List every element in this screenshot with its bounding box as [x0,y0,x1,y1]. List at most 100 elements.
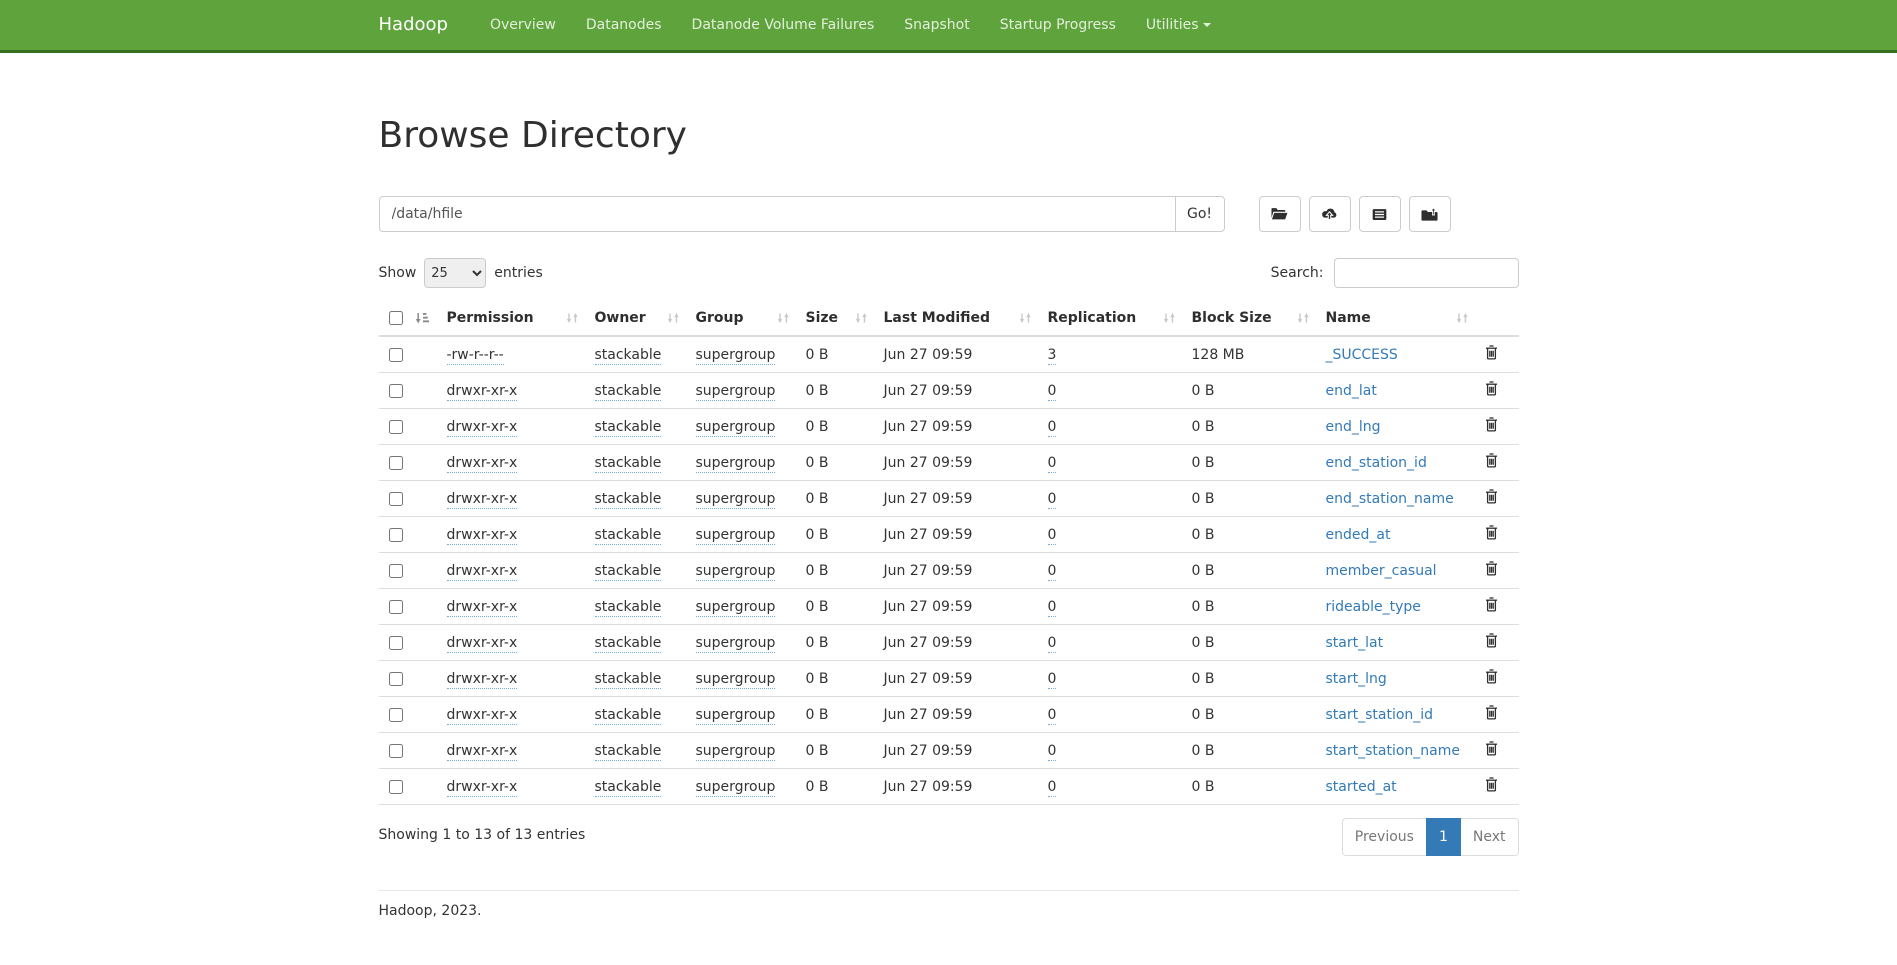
permission-value: drwxr-xr-x [447,383,518,401]
table-controls: Show 25 entries Search: [379,258,1519,288]
column-size[interactable]: Size [796,301,874,336]
row-checkbox[interactable] [389,780,403,794]
upload-file-button[interactable] [1309,196,1351,232]
block-size-value: 0 B [1192,527,1215,543]
file-name-link[interactable]: end_lat [1326,383,1377,399]
permission-value: drwxr-xr-x [447,563,518,581]
column-block-size[interactable]: Block Size [1182,301,1316,336]
row-checkbox[interactable] [389,636,403,650]
owner-value: stackable [595,563,662,581]
row-checkbox[interactable] [389,492,403,506]
delete-button[interactable] [1485,633,1498,652]
column-replication[interactable]: Replication [1038,301,1182,336]
nav-item-datanodes[interactable]: Datanodes [571,0,677,50]
size-value: 0 B [806,563,829,579]
file-name-link[interactable]: ended_at [1326,527,1391,543]
file-name-link[interactable]: start_station_id [1326,707,1434,723]
replication-value: 0 [1048,743,1057,761]
row-checkbox[interactable] [389,564,403,578]
delete-button[interactable] [1485,489,1498,508]
file-name-link[interactable]: _SUCCESS [1326,347,1398,363]
directory-action-buttons [1259,196,1451,232]
trash-icon [1485,453,1498,468]
folder-move-button[interactable] [1409,196,1451,232]
block-size-value: 0 B [1192,491,1215,507]
nav-item-datanode-volume-failures[interactable]: Datanode Volume Failures [677,0,890,50]
row-checkbox[interactable] [389,744,403,758]
nav-item-overview[interactable]: Overview [475,0,571,50]
column-group[interactable]: Group [686,301,796,336]
delete-button[interactable] [1485,525,1498,544]
file-name-link[interactable]: start_lng [1326,671,1387,687]
owner-value: stackable [595,671,662,689]
brand-hadoop[interactable]: Hadoop [379,0,463,50]
previous-page-button[interactable]: Previous [1342,818,1426,856]
column-owner[interactable]: Owner [585,301,686,336]
search-input[interactable] [1334,258,1519,288]
file-name-link[interactable]: start_lat [1326,635,1384,651]
list-alt-icon [1372,208,1387,221]
page-size-select[interactable]: 25 [424,258,486,288]
delete-button[interactable] [1485,777,1498,796]
row-checkbox[interactable] [389,456,403,470]
delete-button[interactable] [1485,417,1498,436]
trash-icon [1485,705,1498,720]
permission-value: drwxr-xr-x [447,743,518,761]
group-value: supergroup [696,527,776,545]
block-size-value: 0 B [1192,635,1215,651]
row-checkbox[interactable] [389,384,403,398]
delete-button[interactable] [1485,597,1498,616]
last-modified-value: Jun 27 09:59 [884,527,973,543]
sort-icon [566,313,579,324]
sort-icon [1297,313,1310,324]
page-1-button[interactable]: 1 [1426,818,1461,856]
list-alt-button[interactable] [1359,196,1401,232]
delete-button[interactable] [1485,561,1498,580]
delete-button[interactable] [1485,381,1498,400]
replication-value: 0 [1048,491,1057,509]
column-permission[interactable]: Permission [437,301,585,336]
delete-button[interactable] [1485,705,1498,724]
nav-dropdown-utilities[interactable]: Utilities [1131,0,1226,50]
go-button[interactable]: Go! [1175,196,1225,232]
delete-button[interactable] [1485,345,1498,364]
block-size-value: 0 B [1192,419,1215,435]
permission-value: drwxr-xr-x [447,455,518,473]
column-last-modified[interactable]: Last Modified [874,301,1038,336]
file-name-link[interactable]: end_station_id [1326,455,1427,471]
file-name-link[interactable]: end_station_name [1326,491,1454,507]
nav-item-startup-progress[interactable]: Startup Progress [985,0,1131,50]
nav-item-snapshot[interactable]: Snapshot [889,0,984,50]
group-value: supergroup [696,491,776,509]
delete-button[interactable] [1485,741,1498,760]
row-checkbox[interactable] [389,708,403,722]
size-value: 0 B [806,491,829,507]
file-name-link[interactable]: end_lng [1326,419,1381,435]
row-checkbox[interactable] [389,348,403,362]
delete-button[interactable] [1485,669,1498,688]
delete-button[interactable] [1485,453,1498,472]
caret-down-icon [1203,23,1211,27]
file-name-link[interactable]: rideable_type [1326,599,1421,615]
select-all-checkbox[interactable] [389,311,403,325]
top-navbar: Hadoop Overview Datanodes Datanode Volum… [0,0,1897,53]
file-name-link[interactable]: member_casual [1326,563,1437,579]
row-checkbox[interactable] [389,672,403,686]
permission-value: drwxr-xr-x [447,527,518,545]
row-checkbox[interactable] [389,600,403,614]
create-directory-button[interactable] [1259,196,1301,232]
column-name[interactable]: Name [1316,301,1475,336]
cloud-upload-icon [1321,207,1338,221]
row-checkbox[interactable] [389,528,403,542]
search-label: Search: [1271,265,1324,281]
next-page-button[interactable]: Next [1461,818,1519,856]
file-name-link[interactable]: started_at [1326,779,1397,795]
row-checkbox[interactable] [389,420,403,434]
directory-path-input[interactable] [379,196,1175,232]
column-select-all[interactable] [379,301,437,336]
replication-value: 3 [1048,347,1057,365]
page-length-control: Show 25 entries [379,258,543,288]
size-value: 0 B [806,599,829,615]
file-name-link[interactable]: start_station_name [1326,743,1461,759]
last-modified-value: Jun 27 09:59 [884,419,973,435]
